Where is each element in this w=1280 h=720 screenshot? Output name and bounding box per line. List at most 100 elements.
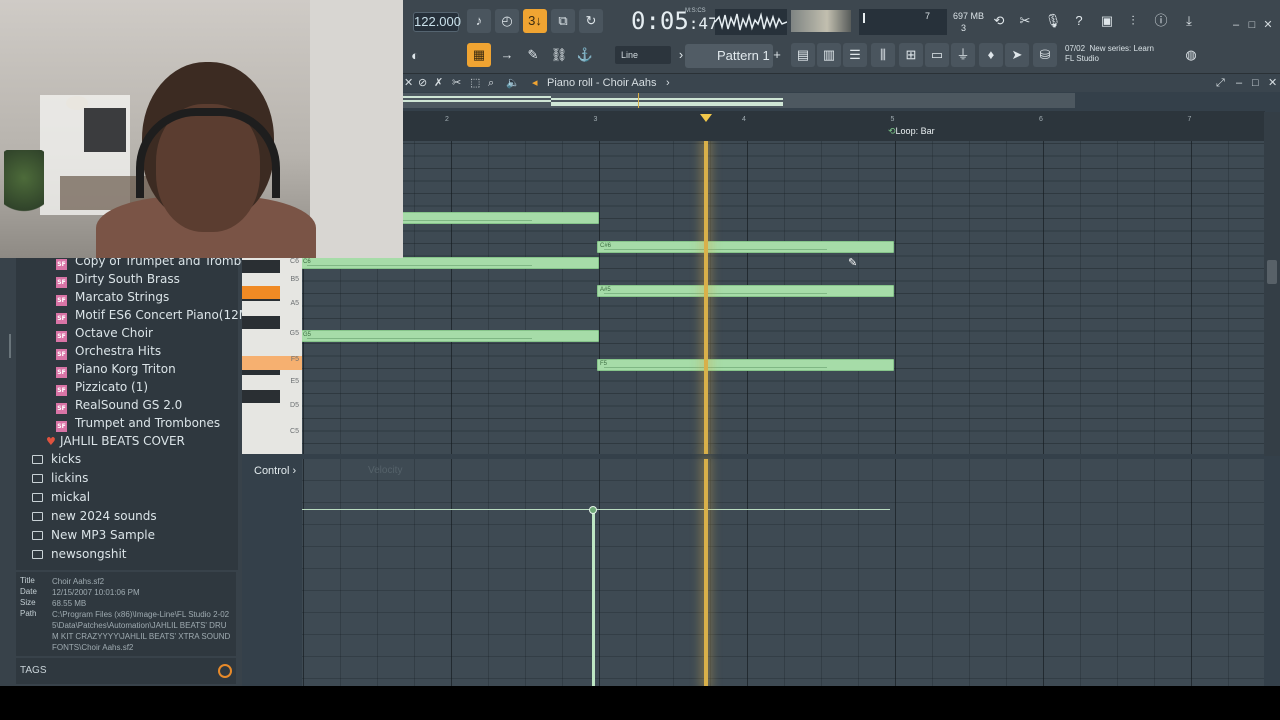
pitch-knob-icon[interactable]: ◐ — [403, 44, 427, 68]
pr-minimize-icon[interactable]: – — [1236, 75, 1242, 91]
shop-icon[interactable]: ⛁ — [1033, 43, 1057, 67]
mixer-window-icon[interactable]: ⫼ — [871, 43, 895, 67]
download-icon[interactable]: ⤓ — [1177, 9, 1201, 33]
browser-project[interactable]: ♥ JAHLIL BEATS COVER — [46, 432, 185, 450]
black-key[interactable] — [242, 316, 280, 329]
browser-icon[interactable]: ⊞ — [899, 43, 923, 67]
snap-icon[interactable]: 3↓ — [523, 9, 547, 33]
tool-playback-icon[interactable]: 🔈 — [506, 75, 520, 91]
ruler-bar-label: 2 — [445, 116, 449, 123]
note[interactable]: C#6 — [597, 241, 894, 253]
browser-folder[interactable]: lickins — [32, 469, 88, 487]
tool-arrow-icon[interactable]: ✕ — [404, 75, 413, 91]
microphone-icon[interactable]: 🎙 — [1041, 9, 1065, 33]
browser-soundfont[interactable]: SF Marcato Strings — [56, 288, 169, 306]
arrow-tool-icon[interactable]: → — [495, 43, 519, 67]
tool-delete-icon[interactable]: ⊘ — [418, 75, 427, 91]
brush-tool-icon[interactable]: ✎ — [521, 43, 545, 67]
taskbar-strip — [0, 686, 1280, 720]
add-pattern-icon[interactable]: + — [769, 43, 785, 67]
browser-soundfont[interactable]: SF Pizzicato (1) — [56, 378, 148, 396]
playlist-icon[interactable]: ▤ — [791, 43, 815, 67]
webcam-headphones — [136, 108, 280, 198]
maximize-icon[interactable]: □ — [1245, 18, 1259, 32]
playlist-pattern-icon[interactable]: ▦ — [467, 43, 491, 67]
highlighted-black-key[interactable] — [242, 286, 280, 299]
note[interactable]: C6 — [302, 257, 599, 269]
browser-folder[interactable]: newsongshit — [32, 545, 127, 563]
loop-record-icon[interactable]: ↻ — [579, 9, 603, 33]
piano-keyboard[interactable]: C6 B5 A5 G5 F5 E5 D5 C5 — [242, 242, 302, 454]
browser-scrollbar[interactable] — [9, 334, 11, 358]
minimize-icon[interactable]: – — [1229, 18, 1243, 32]
note[interactable]: A#5 — [597, 285, 894, 297]
wait-record-icon[interactable]: ◴ — [495, 9, 519, 33]
metronome-icon[interactable]: ♪ — [467, 9, 491, 33]
browser-soundfont[interactable]: SF Motif ES6 Concert Piano(12Mb) — [56, 306, 261, 324]
tool-mute-icon[interactable]: ✗ — [434, 75, 443, 91]
velocity-handle[interactable] — [589, 506, 597, 514]
stamp-icon[interactable]: ⚓ — [573, 43, 597, 67]
browser-soundfont[interactable]: SF Orchestra Hits — [56, 342, 161, 360]
speaker-icon[interactable]: ◂ — [532, 75, 538, 91]
loop-marker[interactable]: ⟲Loop: Bar — [888, 126, 935, 137]
control-selector[interactable]: Control › — [254, 465, 296, 477]
info-size-key: Size — [20, 598, 36, 607]
song-position-marker[interactable] — [700, 114, 712, 122]
piano-roll-icon[interactable]: ▥ — [817, 43, 841, 67]
tempo-display[interactable]: 122.000 — [413, 12, 461, 32]
key-label: B5 — [290, 276, 299, 283]
browser-soundfont[interactable]: SF Octave Choir — [56, 324, 153, 342]
browser-item-label: mickal — [51, 490, 91, 504]
title-arrow: › — [666, 77, 670, 89]
velocity-bar[interactable] — [592, 509, 595, 686]
touch-keyboard-icon[interactable]: ♦ — [979, 43, 1003, 67]
pr-close-icon[interactable]: ✕ — [1268, 75, 1277, 91]
cut-icon[interactable]: ✂ — [1013, 9, 1037, 33]
snap-mode-select[interactable]: Line — [615, 46, 671, 64]
link-icon[interactable]: ⛓ — [547, 43, 571, 67]
search-icon[interactable] — [218, 664, 232, 678]
velocity-lane[interactable]: Velocity — [302, 459, 1264, 686]
browser-soundfont[interactable]: SF Piano Korg Triton — [56, 360, 176, 378]
tool-select-icon[interactable]: ⬚ — [470, 75, 480, 91]
black-key[interactable] — [242, 260, 280, 273]
tool-zoom-icon[interactable]: ⌕ — [488, 75, 494, 91]
browser-folder[interactable]: New MP3 Sample — [32, 526, 155, 544]
browser-soundfont[interactable]: SF Trumpet and Trombones — [56, 414, 220, 432]
info-icon[interactable]: ⓘ — [1149, 9, 1173, 33]
save-icon[interactable]: ▣ — [1095, 9, 1119, 33]
mixer-icon[interactable]: ⫶ — [1121, 9, 1145, 33]
note-grid[interactable]: G5 C6 F5 A#5 C#6 — [302, 141, 1264, 454]
close-icon[interactable]: ✕ — [1261, 18, 1275, 32]
news-panel[interactable]: 07/02 New series: Learn FL Studio — [1065, 44, 1185, 64]
blend-notes-icon[interactable]: ⧉ — [551, 9, 575, 33]
browser-soundfont[interactable]: SF Dirty South Brass — [56, 270, 180, 288]
pr-maximize-icon[interactable]: □ — [1252, 75, 1259, 91]
channel-rack-icon[interactable]: ☰ — [843, 43, 867, 67]
tool-slice-icon[interactable]: ✂ — [452, 75, 461, 91]
timeline-ruler[interactable]: ⟲Loop: Bar 2 3 4 5 6 7 — [403, 111, 1265, 141]
plugin-icon[interactable]: ⏚ — [951, 43, 975, 67]
tags-bar[interactable]: TAGS — [16, 658, 236, 684]
browser-soundfont[interactable]: SF RealSound GS 2.0 — [56, 396, 182, 414]
tags-label: TAGS — [20, 665, 47, 676]
globe-icon[interactable]: ◍ — [1179, 43, 1203, 67]
note[interactable]: G5 — [302, 330, 599, 342]
undo-icon[interactable]: ⟲ — [987, 9, 1011, 33]
vertical-scrollbar[interactable] — [1264, 112, 1280, 456]
pattern-overview[interactable] — [403, 93, 1075, 108]
scrollbar-thumb[interactable] — [1267, 260, 1277, 284]
note-velocity-line — [604, 249, 827, 250]
detach-icon[interactable]: ⤢ — [1216, 75, 1225, 91]
black-key[interactable] — [242, 390, 280, 403]
browser-folder[interactable]: kicks — [32, 450, 81, 468]
project-icon[interactable]: ▭ — [925, 43, 949, 67]
help-icon[interactable]: ? — [1067, 9, 1091, 33]
tempo-tap-icon[interactable]: ➤ — [1005, 43, 1029, 67]
browser-folder[interactable]: new 2024 sounds — [32, 507, 157, 525]
soundfont-icon: SF — [56, 259, 67, 270]
note[interactable]: F5 — [597, 359, 894, 371]
browser-folder[interactable]: mickal — [32, 488, 90, 506]
pattern-selector[interactable]: Pattern 1 — [685, 44, 773, 68]
